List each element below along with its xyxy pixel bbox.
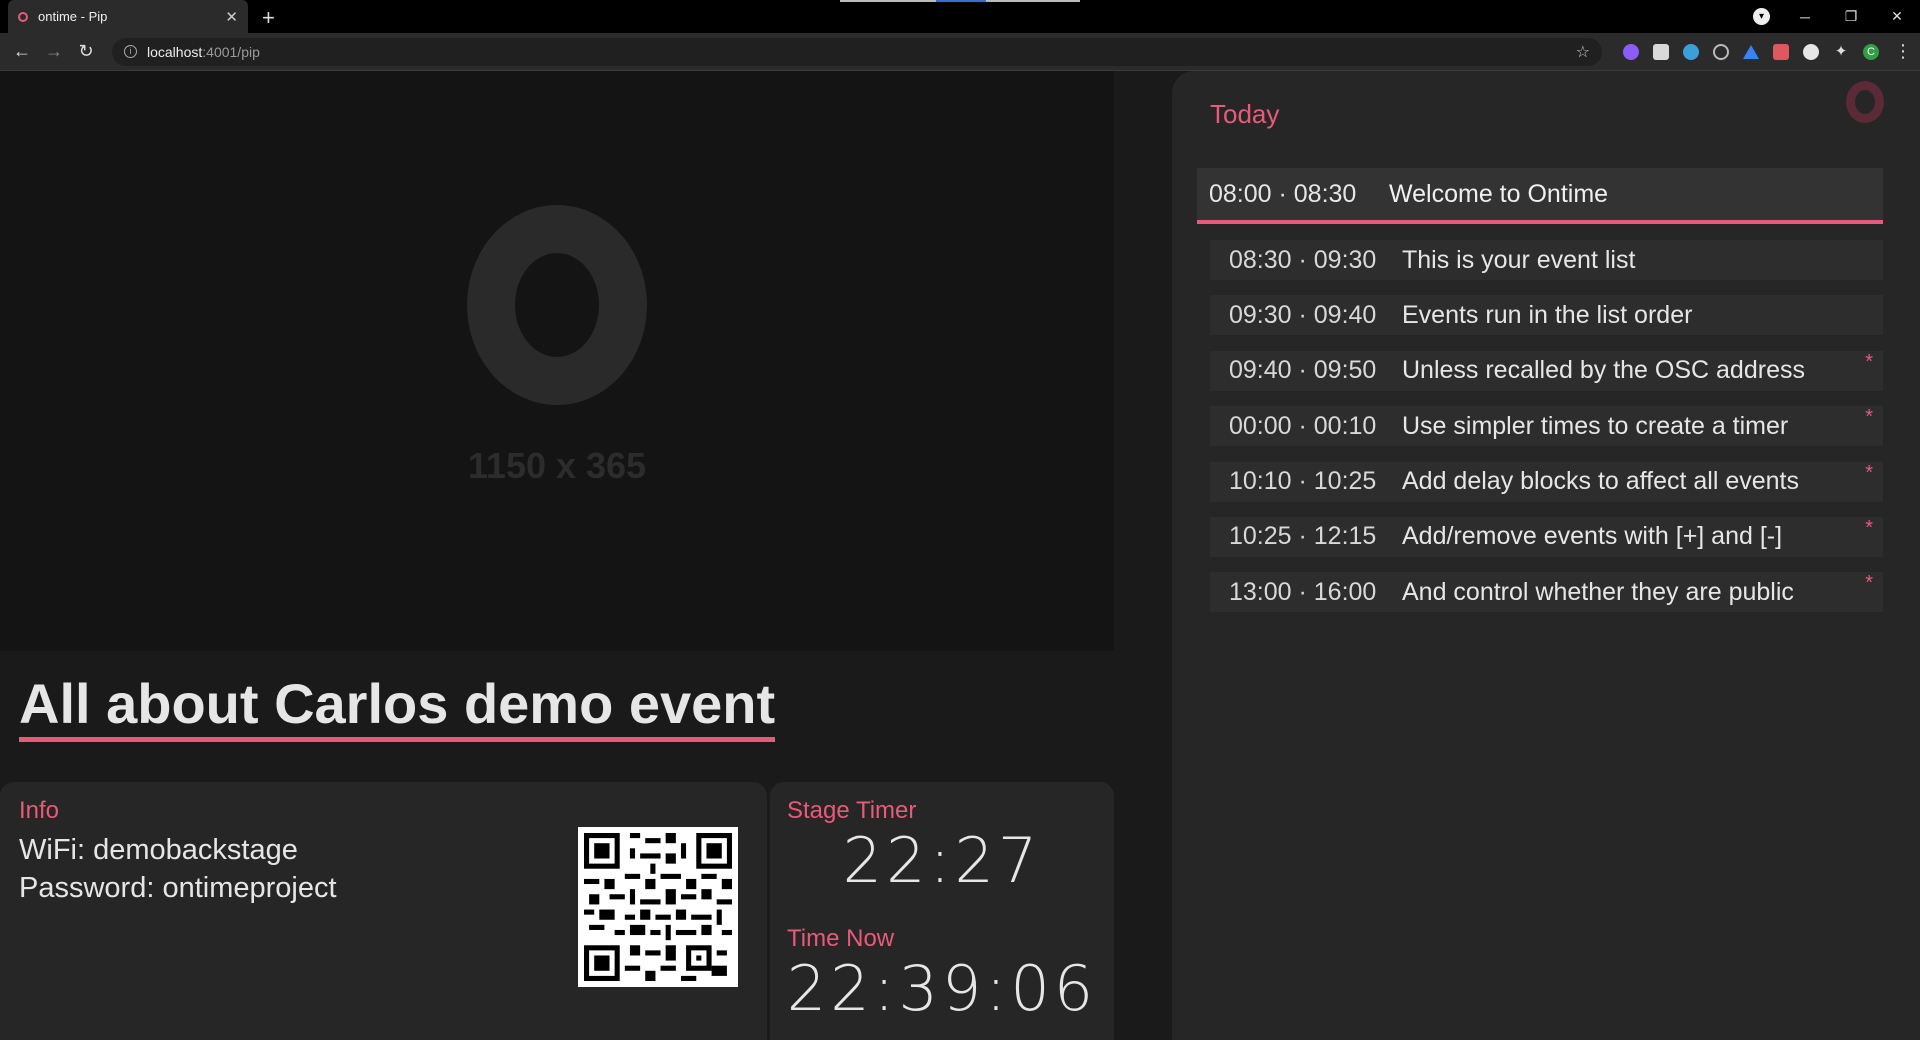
extension-icon[interactable] [1773,43,1789,60]
event-row: 13:00 · 16:00 And control whether they a… [1210,572,1883,613]
time-now-value: 22:39:06 [786,952,1098,1025]
event-time: 09:40 · 09:50 [1229,356,1377,385]
extension-icon[interactable] [1713,43,1729,60]
event-title: Unless recalled by the OSC address [1402,356,1805,385]
stage-timer-value: 22:27 [842,824,1042,897]
event-time: 08:00 · 08:30 [1209,179,1357,208]
new-tab-plus-icon[interactable]: + [262,5,275,31]
qr-code [578,827,738,987]
browser-tab[interactable]: ontime - Pip ✕ [8,0,248,33]
ontime-favicon-icon [18,11,28,22]
pip-page: 1150 x 365 All about Carlos demo event I… [0,71,1920,1040]
event-time: 10:10 · 10:25 [1229,467,1377,496]
stage-timer-label: Stage Timer [787,797,917,824]
address-bar[interactable]: i localhost :4001/pip ☆ [112,37,1602,66]
event-title: Add delay blocks to affect all events [1402,467,1799,496]
bookmark-star-icon[interactable]: ☆ [1576,42,1590,62]
event-time: 00:00 · 00:10 [1229,411,1377,440]
event-title: Use simpler times to create a timer [1402,411,1789,440]
forward-arrow-icon[interactable]: → [40,41,68,62]
left-column: 1150 x 365 All about Carlos demo event I… [0,71,1114,1040]
public-marker: * [1865,516,1873,539]
event-time: 08:30 · 09:30 [1229,245,1377,274]
event-time: 09:30 · 09:40 [1229,300,1377,329]
current-event-row: 08:00 · 08:30 Welcome to Ontime [1197,168,1883,224]
restore-icon[interactable]: ❐ [1828,8,1874,25]
minimize-icon[interactable]: ─ [1782,9,1828,25]
reload-icon[interactable]: ↻ [72,41,100,62]
event-time: 10:25 · 12:15 [1229,522,1377,551]
schedule-panel: Today 08:00 · 08:30 Welcome to Ontime 08… [1172,71,1920,1040]
event-title: Welcome to Ontime [1389,179,1609,208]
browser-menu-icon[interactable]: ⋮ [1894,41,1912,62]
public-marker: * [1865,350,1873,373]
event-row: 08:30 · 09:30 This is your event list [1210,240,1883,280]
event-title: And control whether they are public [1402,577,1794,606]
extensions-area: ✦ C [1616,43,1886,60]
event-title: Add/remove events with [+] and [-] [1402,522,1783,551]
event-title: All about Carlos demo event [19,671,776,742]
event-title: This is your event list [1402,245,1636,274]
browser-tab-bar: ontime - Pip ✕ + ▾ ─ ❐ ✕ [0,0,1920,33]
extension-icon[interactable] [1803,43,1819,60]
today-label: Today [1210,99,1280,129]
public-marker: * [1865,461,1873,484]
extension-icon[interactable] [1623,43,1639,60]
event-row: 10:25 · 12:15 Add/remove events with [+]… [1210,516,1883,557]
timer-card: Stage Timer 22:27 Time Now 22:39:06 [770,782,1114,1040]
react-devtools-icon[interactable] [1683,43,1699,60]
info-card: Info WiFi: demobackstage Password: ontim… [0,782,767,1040]
tab-title: ontime - Pip [38,9,108,24]
extension-icon[interactable] [1653,43,1669,60]
site-info-icon[interactable]: i [124,45,137,58]
info-label: Info [19,797,60,824]
time-now-label: Time Now [787,925,895,952]
event-row: 09:30 · 09:40 Events run in the list ord… [1210,295,1883,336]
event-list: 08:30 · 09:30 This is your event list 09… [1210,240,1883,628]
close-icon[interactable]: ✕ [225,8,238,26]
profile-avatar[interactable]: C [1863,43,1879,60]
window-controls: ─ ❐ ✕ [1782,0,1920,33]
public-marker: * [1865,406,1873,429]
back-arrow-icon[interactable]: ← [8,41,36,62]
event-row: 10:10 · 10:25 Add delay blocks to affect… [1210,461,1883,502]
url-host: localhost [147,43,203,60]
top-indicator [840,0,1080,2]
password-text: Password: ontimeproject [19,872,337,904]
event-title: Events run in the list order [1402,300,1693,329]
wifi-text: WiFi: demobackstage [19,834,298,866]
media-control-icon[interactable]: ▾ [1753,8,1770,25]
browser-toolbar: ← → ↻ i localhost :4001/pip ☆ ✦ C ⋮ [0,33,1920,71]
event-row: 00:00 · 00:10 Use simpler times to creat… [1210,406,1883,447]
placeholder-dimensions: 1150 x 365 [467,445,647,486]
ontime-logo-icon [1846,81,1884,123]
public-marker: * [1865,572,1873,595]
video-placeholder: 1150 x 365 [0,71,1114,651]
extension-icon[interactable] [1743,44,1759,59]
window-close-icon[interactable]: ✕ [1874,8,1920,25]
ontime-logo-icon [467,205,647,405]
url-path: :4001/pip [202,43,260,60]
event-row: 09:40 · 09:50 Unless recalled by the OSC… [1210,350,1883,391]
puzzle-extensions-icon[interactable]: ✦ [1833,43,1849,60]
event-time: 13:00 · 16:00 [1229,577,1377,606]
